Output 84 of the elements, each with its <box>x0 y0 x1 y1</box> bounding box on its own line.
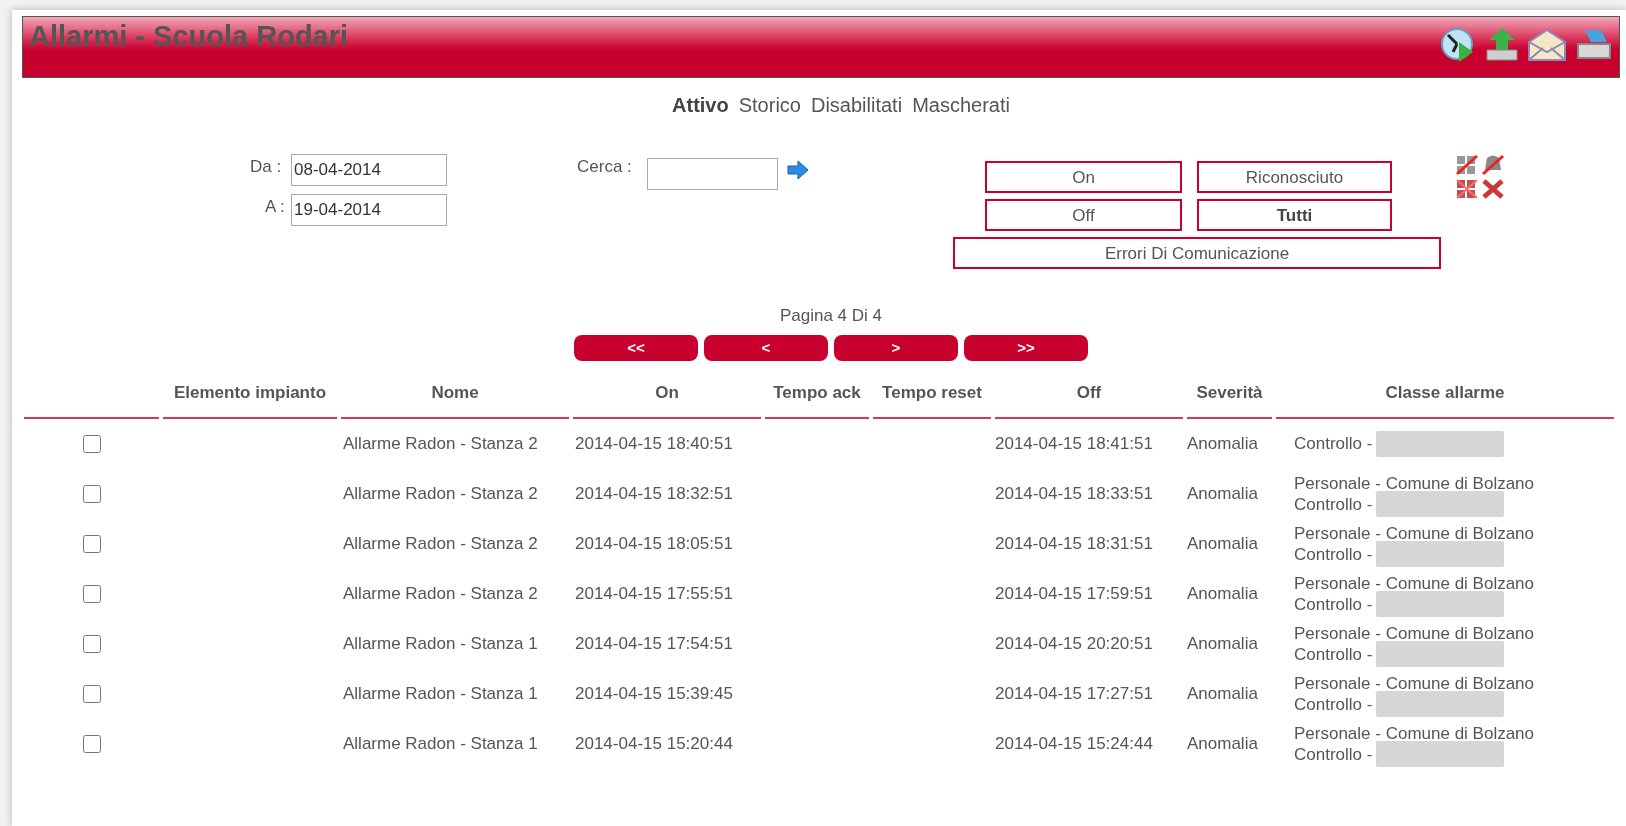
table-cell: 2014-04-15 18:40:51 <box>575 433 733 453</box>
column-header: Off <box>1076 383 1102 402</box>
table-cell: Personale - Comune di Bolzano <box>1294 673 1535 693</box>
from-label: Da : <box>250 156 282 178</box>
column-header: Nome <box>431 383 479 402</box>
table-cell: Controllo - <box>1294 434 1373 453</box>
table-cell: Anomalia <box>1187 683 1258 703</box>
tab[interactable]: Mascherati <box>912 90 1010 120</box>
table-cell: Anomalia <box>1187 433 1258 453</box>
window-title: Allarmi - Scuola Rodari <box>28 19 349 51</box>
to-date-field[interactable]: 19-04-2014 <box>291 194 447 226</box>
table-cell: Controllo - <box>1294 694 1373 714</box>
page-indicator: Pagina 4 Di 4 <box>779 305 883 327</box>
table-cell: Allarme Radon - Stanza 1 <box>343 684 538 703</box>
table-cell: Anomalia <box>1187 533 1258 553</box>
row-checkbox[interactable] <box>82 485 101 504</box>
row-checkbox[interactable] <box>82 635 101 654</box>
arrow-right-icon[interactable] <box>787 160 809 180</box>
table-cell: 2014-04-15 18:05:51 <box>575 533 733 553</box>
table-cell: Controllo - <box>1294 644 1373 664</box>
filter-button[interactable]: Off <box>985 199 1182 231</box>
envelope-icon[interactable] <box>1527 26 1567 64</box>
column-header: Tempo reset <box>882 383 982 402</box>
table-cell: 2014-04-15 20:20:51 <box>995 633 1153 653</box>
filter-button[interactable]: Riconosciuto <box>1197 161 1392 193</box>
table-cell: Personale - Comune di Bolzano <box>1294 623 1535 643</box>
row-checkbox[interactable] <box>82 735 101 754</box>
table-cell: 2014-04-15 18:33:51 <box>995 483 1153 503</box>
table-cell: 2014-04-15 18:31:51 <box>995 533 1153 553</box>
table-cell: Controllo - <box>1294 594 1373 614</box>
table-cell: Anomalia <box>1187 583 1258 603</box>
tab[interactable]: Storico <box>738 90 801 120</box>
tab[interactable]: Disabilitati <box>810 90 903 120</box>
search-label: Cerca : <box>577 156 632 178</box>
column-header: Severità <box>1196 383 1263 402</box>
from-date-field[interactable]: 08-04-2014 <box>291 154 447 186</box>
row-checkbox[interactable] <box>82 585 101 604</box>
table-cell: 2014-04-15 15:39:45 <box>575 683 733 703</box>
pager-button[interactable]: << <box>574 334 698 361</box>
cross-icon[interactable] <box>1481 178 1505 200</box>
table-cell: Allarme Radon - Stanza 1 <box>343 734 538 753</box>
row-checkbox[interactable] <box>82 685 101 704</box>
column-header: On <box>655 383 679 402</box>
filter-button[interactable]: Errori Di Comunicazione <box>953 237 1441 269</box>
table-cell: Controllo - <box>1294 744 1373 764</box>
table-cell: Allarme Radon - Stanza 1 <box>343 634 538 653</box>
table-cell: Controllo - <box>1294 544 1373 564</box>
table-cell: 2014-04-15 15:24:44 <box>995 733 1153 753</box>
table-cell: 2014-04-15 17:59:51 <box>995 583 1153 603</box>
column-header: Classe allarme <box>1385 383 1505 402</box>
upload-tray-icon[interactable] <box>1485 26 1519 64</box>
pager-button[interactable]: >> <box>964 334 1088 361</box>
filter-button[interactable]: Tutti <box>1197 199 1392 231</box>
table-cell: 2014-04-15 17:55:51 <box>575 583 733 603</box>
table-cell: Personale - Comune di Bolzano <box>1294 523 1535 543</box>
filter-button[interactable]: On <box>985 161 1182 193</box>
tab[interactable]: Attivo <box>672 90 729 120</box>
row-checkbox[interactable] <box>82 535 101 554</box>
column-header: Tempo ack <box>773 383 861 402</box>
to-label: A : <box>265 196 285 218</box>
table-cell: 2014-04-15 18:41:51 <box>995 433 1153 453</box>
pager-button[interactable]: < <box>704 334 828 361</box>
pager-button[interactable]: > <box>834 334 958 361</box>
table-cell: Allarme Radon - Stanza 2 <box>343 534 538 553</box>
bell-crossed-icon[interactable] <box>1481 154 1505 176</box>
table-cell: 2014-04-15 18:32:51 <box>575 483 733 503</box>
grid-crossed-icon[interactable] <box>1455 154 1479 176</box>
table-cell: Personale - Comune di Bolzano <box>1294 473 1535 493</box>
table-cell: Controllo - <box>1294 494 1373 514</box>
grid-x-icon[interactable] <box>1455 178 1479 200</box>
table-cell: Anomalia <box>1187 483 1258 503</box>
table-cell: Allarme Radon - Stanza 2 <box>343 484 538 503</box>
table-cell: Personale - Comune di Bolzano <box>1294 573 1535 593</box>
table-cell: 2014-04-15 17:27:51 <box>995 683 1153 703</box>
table-cell: 2014-04-15 17:54:51 <box>575 633 733 653</box>
table-cell: Allarme Radon - Stanza 2 <box>343 434 538 453</box>
table-cell: Anomalia <box>1187 633 1258 653</box>
table-cell: Anomalia <box>1187 733 1258 753</box>
row-checkbox[interactable] <box>82 435 101 454</box>
table-cell: Personale - Comune di Bolzano <box>1294 723 1535 743</box>
search-field[interactable] <box>647 158 778 190</box>
table-cell: Allarme Radon - Stanza 2 <box>343 584 538 603</box>
table-cell: 2014-04-15 15:20:44 <box>575 733 733 753</box>
column-header: Elemento impianto <box>173 383 327 402</box>
